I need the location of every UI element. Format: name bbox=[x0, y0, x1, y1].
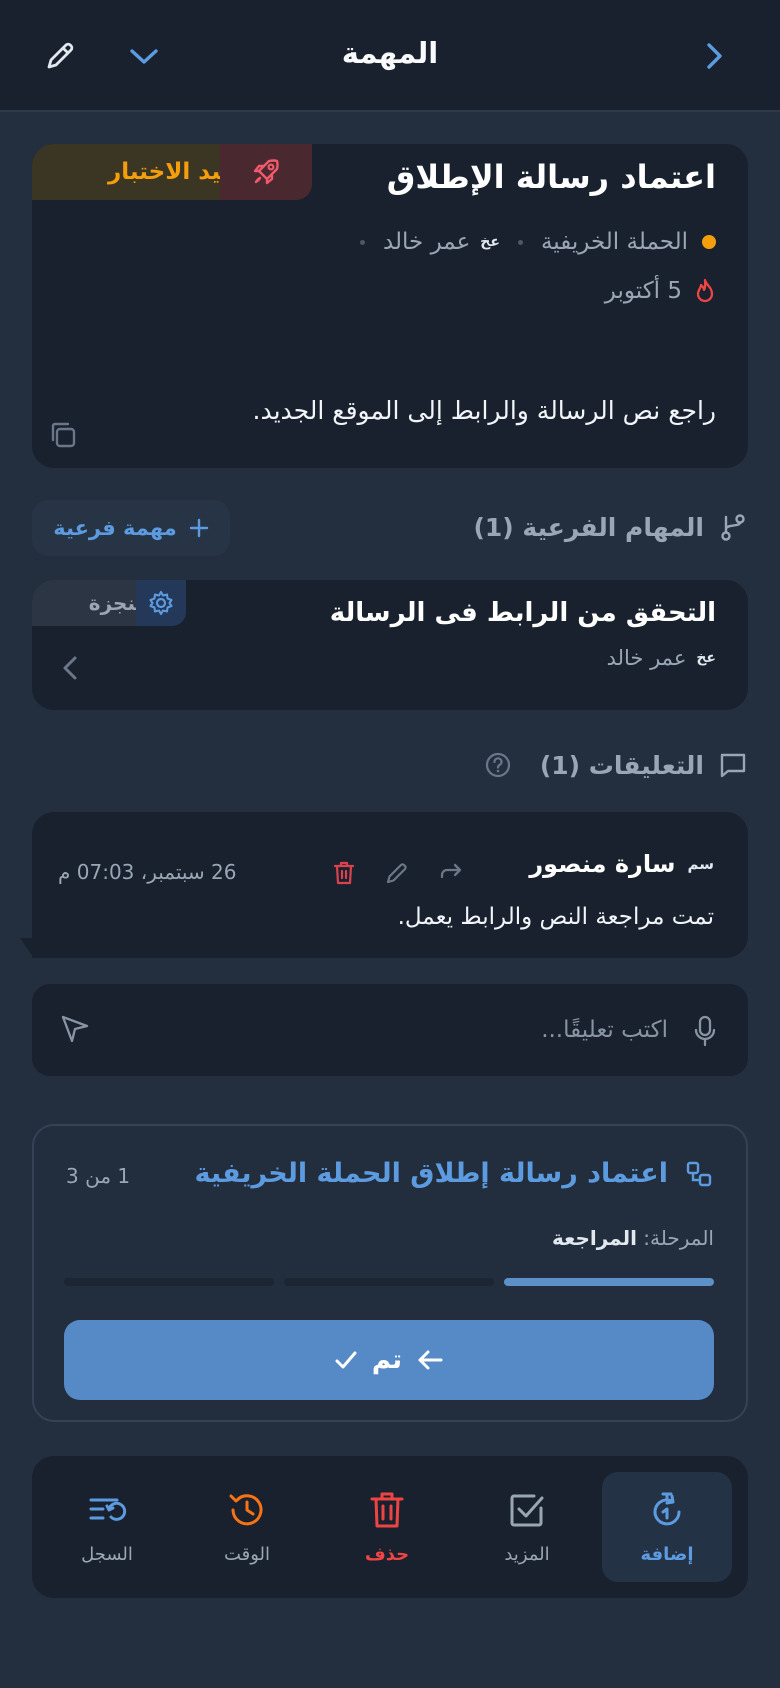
task-meta: الحملة الخريفية عخ عمر خالد bbox=[342, 224, 716, 260]
subtask-meta: عخ عمر خالد bbox=[607, 646, 716, 670]
edit-button[interactable] bbox=[40, 36, 80, 76]
comment-tail bbox=[20, 938, 34, 958]
assignee-avatar: عخ bbox=[696, 650, 716, 666]
toolbar-log-label: السجل bbox=[81, 1543, 133, 1565]
subtask-settings-button[interactable] bbox=[136, 580, 186, 626]
help-icon[interactable] bbox=[484, 751, 512, 779]
edit-comment-button[interactable] bbox=[384, 860, 410, 886]
comments-heading: التعليقات (1) bbox=[484, 750, 748, 780]
status-label: قيد الاختبار bbox=[108, 159, 236, 185]
log-icon bbox=[87, 1490, 127, 1530]
history-icon bbox=[227, 1490, 267, 1530]
check-icon bbox=[334, 1348, 358, 1372]
toolbar-delete[interactable]: حذف bbox=[322, 1472, 452, 1582]
complete-button[interactable]: تم bbox=[64, 1320, 714, 1400]
toolbar-add[interactable]: إضافة bbox=[602, 1472, 732, 1582]
subtasks-heading-label: المهام الفرعية (1) bbox=[473, 512, 704, 542]
page-title: المهمة bbox=[341, 36, 439, 70]
stage-value: المراجعة bbox=[552, 1226, 637, 1250]
toolbar-log[interactable]: السجل bbox=[42, 1472, 172, 1582]
flame-icon bbox=[694, 278, 716, 304]
reply-button[interactable] bbox=[438, 862, 464, 884]
comment-input[interactable] bbox=[148, 1006, 668, 1054]
toolbar-more[interactable]: المزيد bbox=[462, 1472, 592, 1582]
pencil-icon bbox=[384, 860, 410, 886]
bottom-toolbar: إضافة المزيد حذف الوقت السجل bbox=[32, 1456, 748, 1598]
microphone-icon bbox=[692, 1014, 718, 1048]
due-date[interactable]: 5 أكتوبر bbox=[605, 278, 716, 304]
pencil-icon bbox=[43, 39, 77, 73]
gear-icon bbox=[147, 589, 175, 617]
copy-icon bbox=[46, 418, 80, 452]
timer-add-icon bbox=[647, 1490, 687, 1530]
comments-heading-label: التعليقات (1) bbox=[539, 750, 704, 780]
send-button[interactable] bbox=[60, 1014, 90, 1044]
workflow-card: اعتماد رسالة إطلاق الحملة الخريفية 1 من … bbox=[32, 1124, 748, 1422]
toolbar-time[interactable]: الوقت bbox=[182, 1472, 312, 1582]
delete-comment-button[interactable] bbox=[332, 860, 356, 886]
stage-label: المرحلة: bbox=[643, 1226, 714, 1250]
separator bbox=[359, 239, 365, 245]
workflow-title-label: اعتماد رسالة إطلاق الحملة الخريفية bbox=[194, 1158, 668, 1189]
complete-label: تم bbox=[371, 1345, 403, 1375]
workflow-icon bbox=[684, 1159, 714, 1189]
task-title: اعتماد رسالة الإطلاق bbox=[386, 158, 716, 196]
add-subtask-button[interactable]: مهمة فرعية bbox=[32, 500, 230, 556]
arrow-left-icon bbox=[416, 1348, 444, 1372]
toolbar-more-label: المزيد bbox=[504, 1543, 550, 1565]
workflow-title[interactable]: اعتماد رسالة إطلاق الحملة الخريفية bbox=[195, 1158, 714, 1189]
progress-segment bbox=[64, 1278, 274, 1286]
comment-icon bbox=[718, 750, 748, 780]
progress-segment bbox=[504, 1278, 714, 1286]
workflow-stage: المرحلة: المراجعة bbox=[552, 1226, 714, 1250]
assignee-name: عمر خالد bbox=[606, 646, 687, 670]
copy-button[interactable] bbox=[46, 418, 80, 452]
reply-icon bbox=[438, 862, 464, 884]
separator bbox=[517, 239, 523, 245]
branch-icon bbox=[718, 512, 748, 542]
task-card: اعتماد رسالة الإطلاق قيد الاختبار الحملة… bbox=[32, 144, 748, 468]
author-avatar: سم bbox=[687, 855, 714, 873]
microphone-button[interactable] bbox=[692, 1014, 718, 1048]
project-name[interactable]: الحملة الخريفية bbox=[541, 229, 688, 255]
launch-button[interactable] bbox=[220, 144, 312, 200]
comment-composer bbox=[32, 984, 748, 1076]
subtask-card[interactable]: التحقق من الرابط فى الرسالة عخ عمر خالد … bbox=[32, 580, 748, 710]
chevron-left-icon bbox=[60, 654, 80, 682]
rocket-icon bbox=[249, 155, 283, 189]
assignee-avatar: عخ bbox=[480, 234, 500, 250]
app-header: المهمة bbox=[0, 0, 780, 112]
toolbar-time-label: الوقت bbox=[223, 1543, 271, 1565]
chevron-down-icon bbox=[128, 45, 160, 67]
checkbox-icon bbox=[507, 1490, 547, 1530]
comment-card: سم سارة منصور 26 سبتمبر، 07:03 م تمت مرا… bbox=[32, 812, 748, 958]
subtasks-heading: المهام الفرعية (1) bbox=[473, 512, 748, 542]
plus-icon bbox=[189, 518, 209, 538]
comment-timestamp: 26 سبتمبر، 07:03 م bbox=[58, 860, 237, 884]
author-name: سارة منصور bbox=[529, 850, 676, 878]
comment-author: سم سارة منصور bbox=[529, 850, 714, 878]
trash-icon bbox=[332, 860, 356, 886]
assignee-name[interactable]: عمر خالد bbox=[383, 229, 470, 255]
project-dot bbox=[702, 235, 716, 249]
send-icon bbox=[60, 1014, 90, 1044]
comment-actions bbox=[332, 860, 464, 886]
toolbar-add-label: إضافة bbox=[640, 1543, 694, 1565]
open-subtask-button[interactable] bbox=[60, 654, 80, 682]
workflow-step-count: 1 من 3 bbox=[66, 1164, 131, 1188]
trash-icon bbox=[367, 1490, 407, 1530]
subtask-title: التحقق من الرابط فى الرسالة bbox=[329, 598, 716, 628]
task-description: راجع نص الرسالة والرابط إلى الموقع الجدي… bbox=[252, 396, 717, 425]
toolbar-delete-label: حذف bbox=[364, 1543, 410, 1565]
workflow-progress bbox=[64, 1278, 714, 1286]
progress-segment bbox=[284, 1278, 494, 1286]
collapse-button[interactable] bbox=[124, 36, 164, 76]
due-date-label: 5 أكتوبر bbox=[604, 278, 682, 304]
add-subtask-label: مهمة فرعية bbox=[53, 516, 177, 540]
comment-text: تمت مراجعة النص والرابط يعمل. bbox=[397, 904, 714, 930]
